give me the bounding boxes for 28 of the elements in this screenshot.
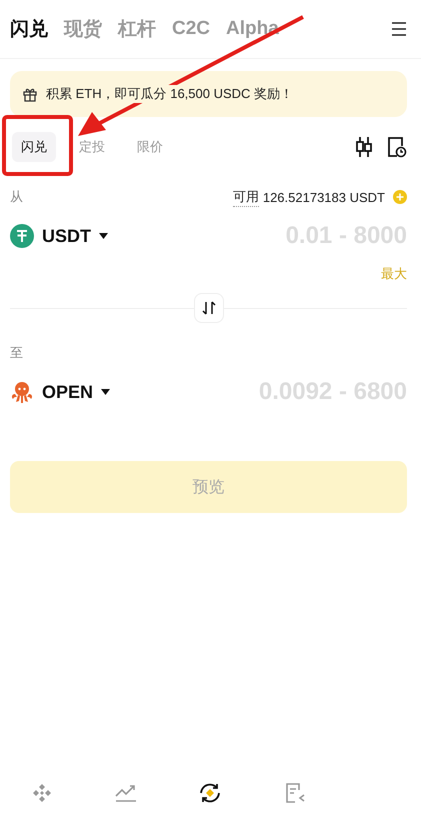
history-icon[interactable] (387, 136, 407, 158)
document-icon[interactable] (284, 782, 305, 804)
caret-icon (99, 233, 108, 239)
swap-button[interactable] (194, 293, 224, 323)
top-tab[interactable]: 杠杆 (118, 16, 156, 42)
swap-icon (202, 301, 216, 315)
tether-icon (10, 224, 34, 248)
token-selector[interactable]: USDT (10, 224, 108, 248)
octopus-icon (10, 380, 34, 404)
top-tab[interactable]: 现货 (64, 16, 102, 42)
to-label: 至 (10, 344, 23, 362)
mode-tab[interactable]: 限价 (128, 132, 172, 162)
mode-tab[interactable]: 定投 (70, 132, 114, 162)
top-tab[interactable]: 闪兑 (10, 16, 48, 42)
from-label: 从 (10, 188, 23, 206)
candlestick-icon[interactable] (355, 136, 373, 158)
top-tab[interactable]: C2C (172, 18, 210, 40)
promo-banner[interactable]: 积累 ETH，即可瓜分 16,500 USDC 奖励！ (10, 71, 407, 117)
mode-tab[interactable]: 闪兑 (12, 132, 56, 162)
caret-icon (101, 389, 110, 395)
diamond-logo-icon[interactable] (31, 782, 54, 804)
max-button[interactable]: 最大 (381, 265, 407, 283)
available-balance: 126.52173183 USDT (262, 190, 385, 204)
menu-icon[interactable] (391, 22, 407, 36)
gift-icon (22, 86, 38, 102)
available-label: 可用 (232, 188, 259, 206)
chart-line-icon[interactable] (115, 783, 138, 803)
token-selector[interactable]: OPEN (10, 380, 110, 404)
